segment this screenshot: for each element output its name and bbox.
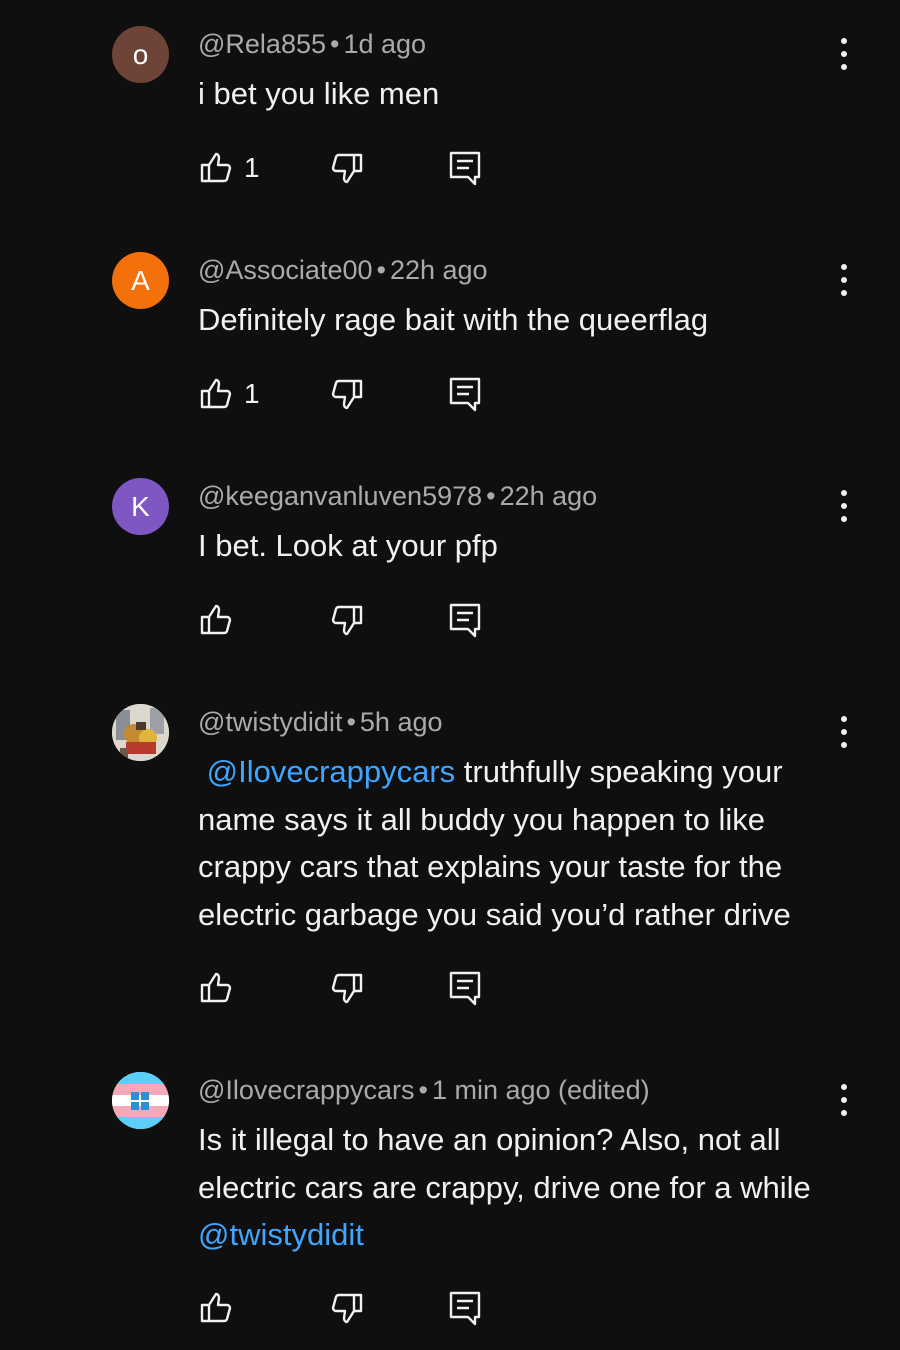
dislike-button[interactable] [327, 374, 367, 414]
reply-button[interactable] [445, 374, 485, 414]
more-options-button[interactable] [828, 260, 860, 300]
like-count: 1 [244, 152, 260, 183]
like-count: 1 [244, 378, 260, 409]
reply-button[interactable] [445, 968, 485, 1008]
separator-dot: • [330, 29, 340, 59]
avatar-image [112, 704, 169, 761]
comment-time[interactable]: 5h ago [360, 707, 443, 737]
comment-meta: @Rela855 • 1d ago [198, 26, 426, 62]
comment-text-content: i bet you like men [198, 76, 440, 111]
comment-text: @Ilovecrappycars truthfully speaking you… [198, 748, 838, 938]
thumbs-up-icon [200, 1292, 232, 1323]
comment-text: Definitely rage bait with the queerflag [198, 296, 838, 344]
comment-actions [0, 1288, 900, 1328]
mention-link[interactable]: @twistydidit [198, 1217, 364, 1252]
more-options-button[interactable] [828, 34, 860, 74]
separator-dot: • [376, 255, 386, 285]
thumbs-down-icon [331, 973, 363, 1004]
thumbs-down-icon [331, 379, 363, 410]
more-vertical-icon-dot [841, 729, 847, 735]
comment-text-content: Definitely rage bait with the queerflag [198, 302, 709, 337]
comment-actions [0, 600, 900, 640]
like-button[interactable] [196, 148, 236, 188]
thumbs-down-icon [331, 605, 363, 636]
separator-dot: • [346, 707, 356, 737]
separator-dot: • [418, 1075, 428, 1105]
comment-meta: @keeganvanluven5978 • 22h ago [198, 478, 597, 514]
comment-text: I bet. Look at your pfp [198, 522, 838, 570]
avatar[interactable]: A [112, 252, 169, 309]
more-vertical-icon [841, 1084, 847, 1090]
reply-button[interactable] [445, 600, 485, 640]
avatar[interactable]: K [112, 478, 169, 535]
more-vertical-icon-dot [841, 1097, 847, 1103]
dislike-button[interactable] [327, 600, 367, 640]
comment-text-content: Is it illegal to have an opinion? Also, … [198, 1122, 811, 1205]
mention-link[interactable]: @Ilovecrappycars [207, 754, 456, 789]
avatar[interactable] [112, 704, 169, 761]
comment-time[interactable]: 1d ago [343, 29, 426, 59]
more-vertical-icon-dot [841, 516, 847, 522]
avatar-letter: o [132, 38, 149, 70]
comment-text: Is it illegal to have an opinion? Also, … [198, 1116, 838, 1259]
reply-icon [449, 377, 481, 412]
reply-icon [449, 971, 481, 1006]
dislike-button[interactable] [327, 1288, 367, 1328]
thumbs-up-icon [200, 152, 232, 183]
more-vertical-icon-dot [841, 1110, 847, 1116]
like-button[interactable] [196, 968, 236, 1008]
comment-text-content: I bet. Look at your pfp [198, 528, 498, 563]
more-options-button[interactable] [828, 712, 860, 752]
avatar-letter: K [131, 490, 150, 522]
more-vertical-icon [841, 716, 847, 722]
reply-icon [449, 151, 481, 186]
comment-author[interactable]: @Associate00 [198, 255, 373, 285]
dislike-button[interactable] [327, 148, 367, 188]
comment-author[interactable]: @Rela855 [198, 29, 326, 59]
more-vertical-icon [841, 38, 847, 44]
more-vertical-icon [841, 490, 847, 496]
thumbs-down-icon [331, 153, 363, 184]
more-options-button[interactable] [828, 486, 860, 526]
more-vertical-icon-dot [841, 64, 847, 70]
comment-actions: 1 [0, 148, 900, 188]
comment-author[interactable]: @twistydidit [198, 707, 342, 737]
more-vertical-icon-dot [841, 503, 847, 509]
like-button[interactable] [196, 1288, 236, 1328]
like-button[interactable] [196, 374, 236, 414]
like-button[interactable] [196, 600, 236, 640]
more-vertical-icon-dot [841, 51, 847, 57]
comment-meta: @Associate00 • 22h ago [198, 252, 488, 288]
more-vertical-icon-dot [841, 277, 847, 283]
reply-button[interactable] [445, 148, 485, 188]
avatar-letter: A [131, 264, 150, 296]
comment-author[interactable]: @Ilovecrappycars [198, 1075, 415, 1105]
more-options-button[interactable] [828, 1080, 860, 1120]
more-vertical-icon-dot [841, 290, 847, 296]
comment-actions: 1 [0, 374, 900, 414]
comment-meta: @twistydidit • 5h ago [198, 704, 443, 740]
avatar[interactable] [112, 1072, 169, 1129]
thumbs-up-icon [200, 972, 232, 1003]
comment-time[interactable]: 22h ago [390, 255, 488, 285]
comment-author[interactable]: @keeganvanluven5978 [198, 481, 482, 511]
more-vertical-icon-dot [841, 742, 847, 748]
separator-dot: • [486, 481, 496, 511]
comment-actions [0, 968, 900, 1008]
comment-text: i bet you like men [198, 70, 838, 118]
reply-icon [449, 1291, 481, 1326]
avatar-image [112, 1072, 169, 1129]
thumbs-up-icon [200, 378, 232, 409]
reply-icon [449, 603, 481, 638]
thumbs-up-icon [200, 604, 232, 635]
more-vertical-icon [841, 264, 847, 270]
reply-button[interactable] [445, 1288, 485, 1328]
avatar[interactable]: o [112, 26, 169, 83]
dislike-button[interactable] [327, 968, 367, 1008]
comment-time[interactable]: 1 min ago (edited) [432, 1075, 650, 1105]
thumbs-down-icon [331, 1293, 363, 1324]
comment-time[interactable]: 22h ago [500, 481, 598, 511]
comment-meta: @Ilovecrappycars • 1 min ago (edited) [198, 1072, 650, 1108]
